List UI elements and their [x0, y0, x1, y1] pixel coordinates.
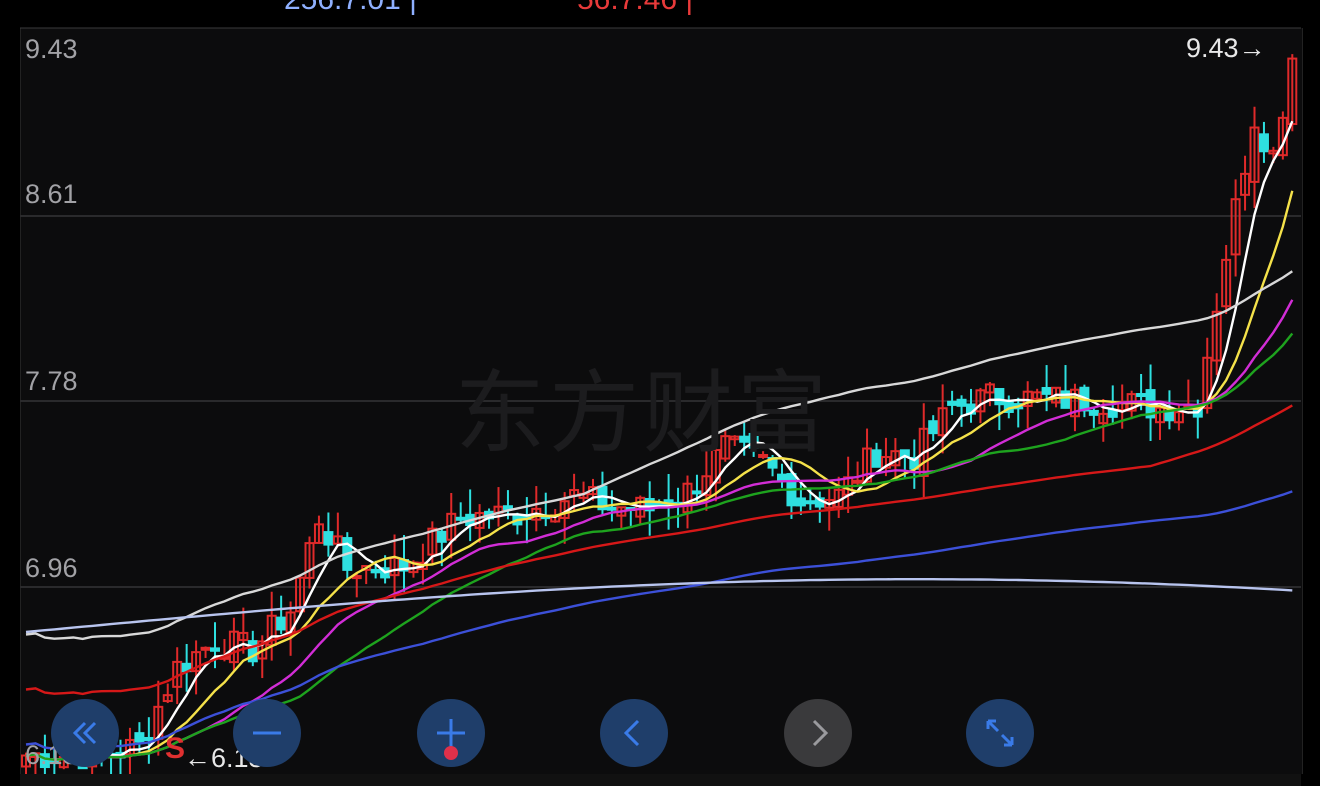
- chevron-right-icon: [812, 719, 829, 747]
- fullscreen-button[interactable]: [966, 699, 1034, 767]
- candle-down: [143, 736, 154, 741]
- sell-signal-marker: S: [165, 732, 186, 765]
- candle-down: [805, 500, 816, 505]
- chevron-left-icon: [623, 719, 640, 747]
- scroll-right-button[interactable]: [784, 699, 852, 767]
- scroll-left-button[interactable]: [600, 699, 668, 767]
- candle-down: [956, 398, 967, 407]
- candle-down: [928, 420, 939, 435]
- expand-icon: [986, 719, 1014, 747]
- left-arrow-icon: ←: [184, 743, 211, 773]
- right-arrow-icon: →: [1238, 33, 1266, 63]
- candle-down: [276, 616, 287, 631]
- time-axis-strip: [20, 774, 1301, 786]
- candle-down: [795, 497, 806, 507]
- minus-icon: [253, 731, 281, 735]
- high-price-marker: 9.43→: [1186, 33, 1266, 64]
- candle-down: [323, 531, 334, 546]
- candle-down: [1136, 393, 1147, 398]
- candle-down: [1258, 133, 1269, 153]
- candle-down: [947, 400, 958, 406]
- candle-down: [370, 568, 381, 574]
- double-chevron-left-icon: [72, 721, 97, 745]
- candle-down: [606, 506, 617, 511]
- ma10-line: [25, 190, 1294, 762]
- notification-dot: [444, 746, 458, 760]
- price-axis-label-4: 6.96: [25, 553, 78, 583]
- price-axis-label-2: 8.61: [25, 179, 78, 209]
- price-axis-label-top: 9.43: [25, 34, 78, 64]
- high-price-label: 9.43: [1186, 33, 1239, 63]
- watermark: 东方财富: [455, 361, 831, 466]
- candle-down: [436, 530, 447, 543]
- candle-up: [852, 479, 863, 484]
- candle-down: [210, 647, 220, 652]
- candle-down: [994, 387, 1005, 406]
- candle-up: [200, 646, 211, 651]
- candle-down: [691, 490, 702, 495]
- candle-down: [134, 732, 145, 743]
- candle-down: [777, 473, 787, 481]
- zoom-out-button[interactable]: [233, 699, 301, 767]
- candle-down: [455, 516, 466, 521]
- candle-down: [871, 449, 882, 468]
- scroll-to-start-button[interactable]: [51, 699, 119, 767]
- candle-down: [1164, 410, 1175, 422]
- zoom-in-button[interactable]: [417, 699, 485, 767]
- candle-down: [1107, 409, 1118, 418]
- price-axis-label-3: 7.78: [25, 366, 78, 396]
- candle-down: [1041, 387, 1052, 395]
- candle-down: [1088, 409, 1099, 416]
